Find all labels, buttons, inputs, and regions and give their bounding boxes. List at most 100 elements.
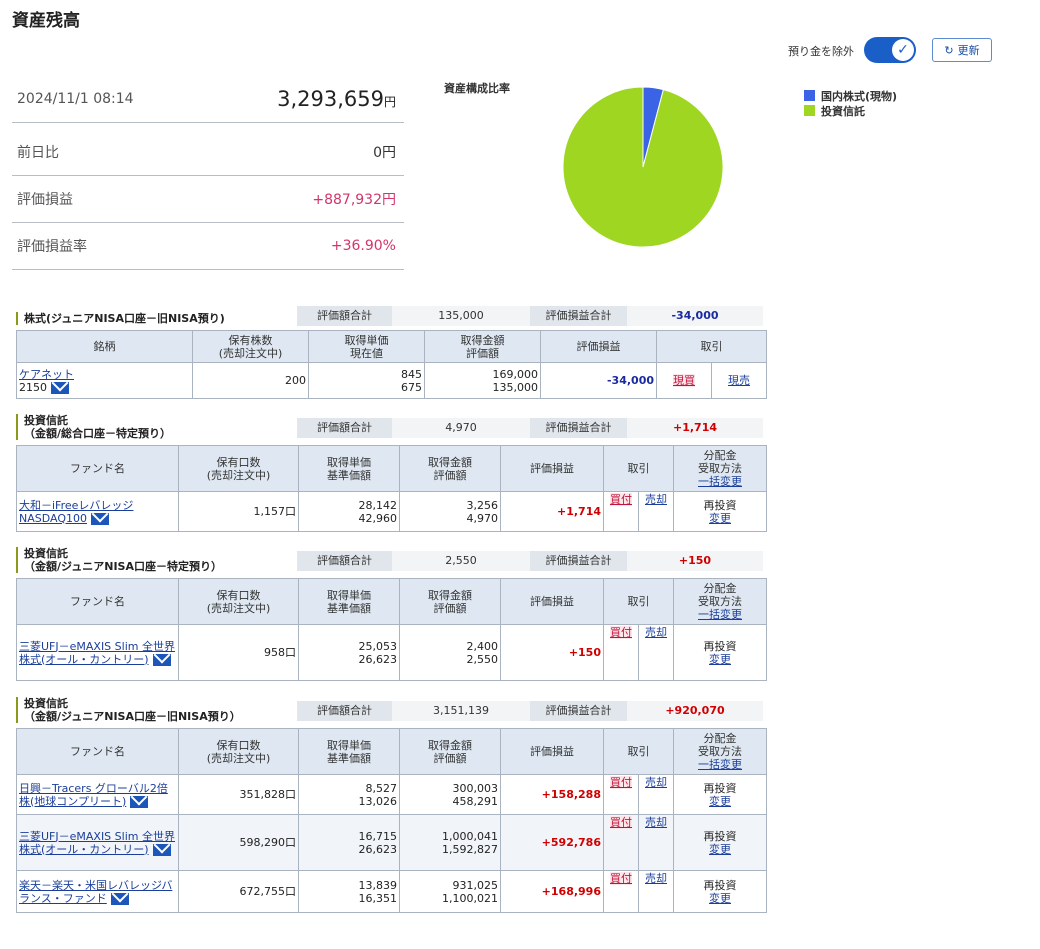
fund-name-link[interactable]: 三菱UFJ－eMAXIS Slim 全世界株式(オール・カントリー) [19,640,175,666]
eval-amount: 1,592,827 [442,842,498,856]
eval-total-label: 評価額合計 [297,418,392,438]
col-header: ファンド名 [16,445,179,492]
buy-link[interactable]: 買付 [610,776,632,789]
eval-total-value: 4,970 [392,418,530,438]
col-header: 取得金額 評価額 [399,728,501,775]
fund-name-link[interactable]: 三菱UFJ－eMAXIS Slim 全世界株式(オール・カントリー) [19,830,175,856]
mail-icon[interactable] [152,843,171,856]
summary-label: 評価損益 [17,192,73,208]
col-header: 取得単価 現在値 [308,330,425,363]
pie-slice [562,86,724,248]
dist-change-link[interactable]: 変更 [676,795,764,808]
legend-item: 投資信託 [804,103,897,118]
cost-amount: 2,400 [466,639,499,653]
col-header: 取引 [603,578,674,625]
eval-total-label: 評価額合計 [297,551,392,571]
fund2-table: ファンド名 保有口数 (売却注文中) 取得単価 基準価額 取得金額 評価額 評価… [16,578,767,681]
pl-total-label: 評価損益合計 [530,701,627,721]
current-price: 675 [401,380,422,394]
dist-method: 再投資 [703,878,737,892]
sell-link[interactable]: 売却 [645,816,667,829]
table-row: 楽天－楽天・米国レバレッジバランス・ファンド 672,755口 13,839 16… [16,870,767,913]
col-header: 保有口数 (売却注文中) [178,578,299,625]
eval-total-value: 135,000 [392,306,530,326]
pl-value: +1,714 [556,505,601,518]
refresh-button[interactable]: ↻ 更新 [932,38,992,62]
summary-row-daychange: 前日比 0円 [12,129,404,176]
pl-value: +168,996 [541,885,601,898]
eval-amount: 135,000 [492,380,539,394]
qty: 351,828口 [178,774,299,815]
col-header: 取得単価 基準価額 [298,445,400,492]
eval-total-value: 2,550 [392,551,530,571]
qty: 1,157口 [178,491,299,532]
refresh-icon: ↻ [944,43,954,57]
stock-summary-bar: 評価額合計 135,000 評価損益合計 -34,000 [297,306,763,326]
mail-icon[interactable] [152,653,171,666]
dist-change-link[interactable]: 変更 [676,512,764,525]
total-asset-value: 3,293,659円 [277,87,396,111]
col-header: 取得単価 基準価額 [298,728,400,775]
sell-link[interactable]: 現売 [728,374,750,387]
dist-header: 分配金 [703,582,737,595]
col-header: 評価損益 [500,445,604,492]
nav: 26,623 [358,842,398,856]
col-header: ファンド名 [16,728,179,775]
pl-value: +592,786 [541,836,601,849]
exclude-deposit-toggle[interactable]: ✓ [864,37,916,63]
refresh-label: 更新 [957,44,980,57]
sell-link[interactable]: 売却 [645,493,667,506]
buy-link[interactable]: 買付 [610,816,632,829]
table-row: 大和－iFreeレバレッジ NASDAQ100 1,157口 28,142 42,… [16,491,767,532]
mail-icon[interactable] [91,512,109,525]
summary-value: +36.90% [330,238,396,254]
buy-link[interactable]: 買付 [610,626,632,639]
eval-total-value: 3,151,139 [392,701,530,721]
legend-label: 投資信託 [821,104,865,118]
col-header: 取引 [603,445,674,492]
col-header: 保有口数 (売却注文中) [178,728,299,775]
pl-total-label: 評価損益合計 [530,551,627,571]
fund-name-link[interactable]: 大和－iFreeレバレッジ NASDAQ100 [19,499,133,525]
fund3-table: ファンド名 保有口数 (売却注文中) 取得単価 基準価額 取得金額 評価額 評価… [16,728,767,913]
table-row: ケアネット 2150 200 845 675 169,000 135,000 -34… [16,362,767,399]
fund-name-link[interactable]: 楽天－楽天・米国レバレッジバランス・ファンド [19,879,172,905]
allocation-chart-title: 資産構成比率 [444,82,510,95]
buy-link[interactable]: 買付 [610,493,632,506]
legend-swatch [804,105,815,116]
nav: 42,960 [358,511,398,525]
dist-change-link[interactable]: 変更 [676,843,764,856]
nav: 26,623 [358,652,398,666]
cost-amount: 931,025 [452,878,499,892]
dist-change-link[interactable]: 変更 [676,892,764,905]
cost-price: 8,527 [365,781,398,795]
mail-icon[interactable] [130,795,149,808]
col-header: ファンド名 [16,578,179,625]
stock-name-link[interactable]: ケアネット [19,368,190,381]
mail-icon[interactable] [110,892,129,905]
sell-link[interactable]: 売却 [645,776,667,789]
pl-total-value: +150 [627,551,763,571]
cost-price: 13,839 [358,878,398,892]
fund2-summary-bar: 評価額合計 2,550 評価損益合計 +150 [297,551,763,571]
sell-link[interactable]: 売却 [645,872,667,885]
section-subtitle: （金額/ジュニアNISA口座－旧NISA預り） [24,710,241,723]
cost-price: 25,053 [358,639,398,653]
col-header: 取得金額 評価額 [399,445,501,492]
section-subtitle: （金額/ジュニアNISA口座－特定預り） [24,560,222,573]
buy-link[interactable]: 買付 [610,872,632,885]
fund3-section-title: 投資信託 （金額/ジュニアNISA口座－旧NISA預り） [16,697,241,723]
bulk-change-link[interactable]: 一括変更 [676,608,764,621]
col-header: 保有株数 (売却注文中) [192,330,309,363]
section-title: 投資信託 [24,547,68,560]
bulk-change-link[interactable]: 一括変更 [676,758,764,771]
buy-link[interactable]: 現買 [673,374,695,387]
eval-total-label: 評価額合計 [297,701,392,721]
dist-change-link[interactable]: 変更 [676,653,764,666]
mail-icon[interactable] [51,381,69,394]
col-header: 取引 [656,330,767,363]
pl-total-value: -34,000 [627,306,763,326]
sell-link[interactable]: 売却 [645,626,667,639]
summary-row-pl-rate: 評価損益率 +36.90% [12,223,404,270]
bulk-change-link[interactable]: 一括変更 [676,475,764,488]
